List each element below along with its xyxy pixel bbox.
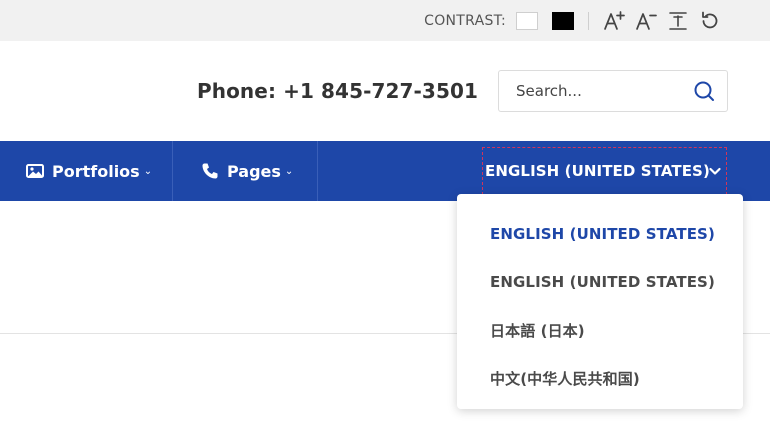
- nav-item-pages[interactable]: Pages ⌄: [173, 141, 318, 201]
- site-header: Phone: +1 845-727-3501: [0, 41, 770, 141]
- toolbar-divider: [588, 11, 589, 30]
- language-option-english-us-alt[interactable]: ENGLISH (UNITED STATES): [457, 258, 743, 306]
- search-icon[interactable]: [693, 80, 715, 102]
- contrast-label: CONTRAST:: [424, 12, 506, 29]
- accessibility-bar: CONTRAST:: [0, 0, 770, 41]
- nav-item-label: Portfolios: [52, 161, 140, 181]
- language-option-english-us[interactable]: ENGLISH (UNITED STATES): [457, 210, 743, 258]
- contrast-white-swatch[interactable]: [516, 11, 538, 30]
- nav-item-label: Pages: [227, 161, 281, 181]
- decrease-font-icon[interactable]: [635, 10, 657, 32]
- language-dropdown: ENGLISH (UNITED STATES) ENGLISH (UNITED …: [457, 194, 743, 409]
- phone-number[interactable]: Phone: +1 845-727-3501: [197, 79, 478, 103]
- contrast-black-swatch[interactable]: [552, 11, 574, 30]
- image-icon: [26, 162, 44, 180]
- increase-font-icon[interactable]: [603, 10, 625, 32]
- search-input[interactable]: [516, 82, 693, 100]
- reset-icon[interactable]: [699, 10, 721, 32]
- search-box: [498, 70, 728, 112]
- reset-font-icon[interactable]: [667, 10, 689, 32]
- language-option-japanese[interactable]: 日本語 (日本): [457, 306, 743, 354]
- chevron-down-icon: [706, 162, 724, 180]
- language-selected: ENGLISH (UNITED STATES): [485, 162, 710, 180]
- nav-item-portfolios[interactable]: Portfolios ⌄: [0, 141, 173, 201]
- phone-icon: [201, 162, 219, 180]
- language-selector[interactable]: ENGLISH (UNITED STATES): [482, 147, 727, 195]
- chevron-down-icon: ⌄: [284, 165, 294, 177]
- chevron-down-icon: ⌄: [143, 165, 153, 177]
- language-option-chinese[interactable]: 中文(中华人民共和国): [457, 354, 743, 402]
